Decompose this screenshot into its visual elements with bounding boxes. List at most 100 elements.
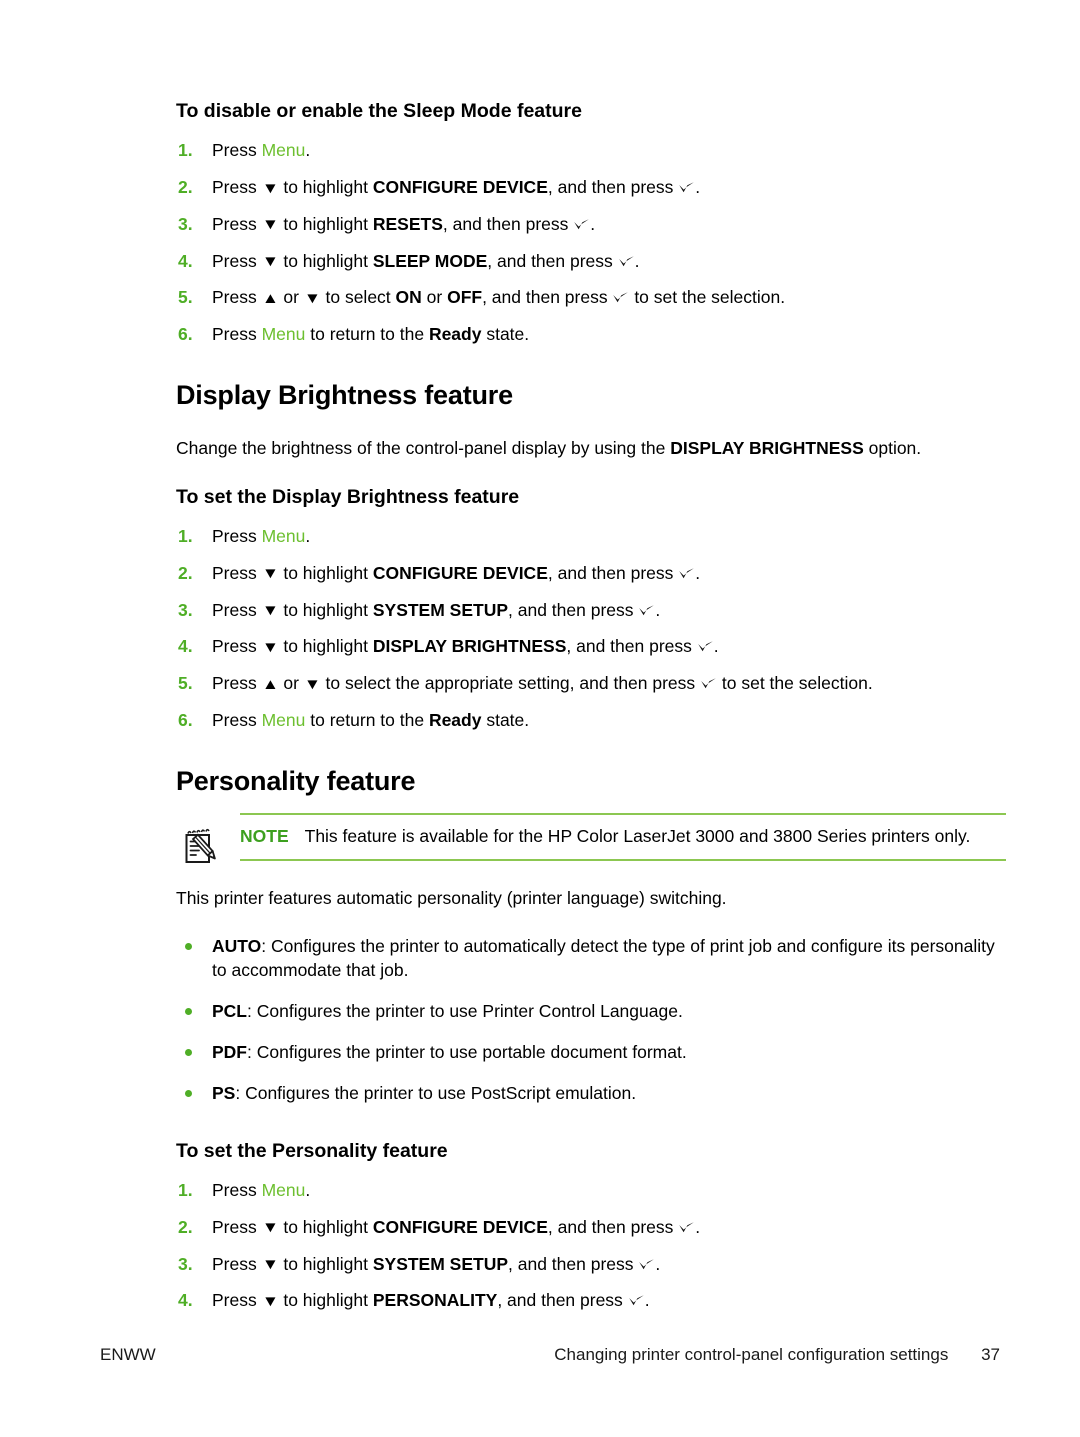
personality-subheading: To set the Personality feature [176,1139,448,1162]
list-item-text: PS: Configures the printer to use PostSc… [212,1083,637,1104]
control-panel-menu-name: AUTO [212,936,262,957]
list-item-text: PDF: Configures the printer to use porta… [212,1042,687,1063]
step-number: 6. [178,324,193,345]
control-panel-menu-name: PDF [212,1042,247,1063]
list-item-text: PCL: Configures the printer to use Print… [212,1000,683,1021]
control-panel-menu-name: DISPLAY BRIGHTNESS [670,437,864,458]
select-checkmark-icon [697,640,714,654]
control-panel-menu-name: PERSONALITY [372,1290,498,1311]
step-number: 2. [178,562,193,583]
step-number: 3. [178,1253,193,1274]
control-panel-menu-name: SLEEP MODE [372,250,488,271]
display-brightness-intro: Change the brightness of the control-pan… [176,437,922,458]
step-text: Press ▲ or ▼ to select the appropriate s… [212,673,873,694]
control-panel-menu-name: ON [395,287,422,308]
list-item-text: AUTO: Configures the printer to automati… [212,936,995,980]
bullet-dot-icon [185,943,192,951]
control-panel-menu-name: SYSTEM SETUP [372,1253,509,1274]
sleep-mode-subheading: To disable or enable the Sleep Mode feat… [176,100,582,122]
up-arrow-icon: ▲ [261,675,279,693]
footer-chapter-title: Changing printer control-panel configura… [554,1345,949,1364]
step-text: Press ▼ to highlight SYSTEM SETUP, and t… [212,1253,661,1274]
step-text: Press ▼ to highlight CONFIGURE DEVICE, a… [212,562,701,583]
note-pad-pencil-icon [180,825,224,869]
procedure-step: 1. Press Menu. [176,139,1002,162]
step-number: 4. [178,1290,193,1311]
step-text: Press Menu. [212,526,311,547]
step-text: Press ▼ to highlight RESETS, and then pr… [212,213,596,234]
display-brightness-subheading: To set the Display Brightness feature [176,485,520,508]
step-number: 1. [178,140,193,161]
select-checkmark-icon [638,1258,655,1272]
menu-button-token: Menu [261,709,306,730]
down-arrow-icon: ▼ [261,565,279,583]
procedure-step: 4. Press ▼ to highlight PERSONALITY, and … [176,1289,1002,1312]
procedure-step: 5. Press ▲ or ▼ to select ON or OFF, and … [176,286,1002,309]
footer-right-group: Changing printer control-panel configura… [554,1345,1000,1365]
list-item: PDF: Configures the printer to use porta… [176,1041,1002,1064]
down-arrow-icon: ▼ [261,1256,279,1274]
step-text: Press ▼ to highlight SYSTEM SETUP, and t… [212,599,661,620]
note-body: NOTE This feature is available for the H… [240,815,1002,859]
control-panel-menu-name: RESETS [372,213,443,234]
step-number: 3. [178,599,193,620]
menu-button-token: Menu [261,140,306,161]
step-number: 1. [178,1180,193,1201]
list-item: PCL: Configures the printer to use Print… [176,1000,1002,1023]
down-arrow-icon: ▼ [303,289,321,307]
step-number: 6. [178,709,193,730]
step-number: 4. [178,250,193,271]
control-panel-menu-name: PS [212,1083,236,1104]
document-page: To disable or enable the Sleep Mode feat… [0,0,1080,1437]
footer-locale-label: ENWW [100,1345,156,1364]
down-arrow-icon: ▼ [261,253,279,271]
down-arrow-icon: ▼ [261,1219,279,1237]
control-panel-menu-name: CONFIGURE DEVICE [372,562,548,583]
select-checkmark-icon [573,218,590,232]
procedure-step: 1. Press Menu. [176,1179,1002,1202]
personality-intro: This printer features automatic personal… [176,887,727,908]
note-text: This feature is available for the HP Col… [304,826,971,847]
procedure-step: 3. Press ▼ to highlight RESETS, and then … [176,213,1002,236]
select-checkmark-icon [678,181,695,195]
step-text: Press ▼ to highlight SLEEP MODE, and the… [212,250,640,271]
down-arrow-icon: ▼ [261,602,279,620]
select-checkmark-icon [678,1221,695,1235]
step-number: 3. [178,213,193,234]
list-item: PS: Configures the printer to use PostSc… [176,1082,1002,1105]
select-checkmark-icon [612,291,629,305]
procedure-step: 4. Press ▼ to highlight SLEEP MODE, and t… [176,250,1002,273]
procedure-step: 2. Press ▼ to highlight CONFIGURE DEVICE,… [176,562,1002,585]
up-arrow-icon: ▲ [261,289,279,307]
personality-bullets: AUTO: Configures the printer to automati… [176,935,1002,1105]
down-arrow-icon: ▼ [303,675,321,693]
select-checkmark-icon [700,677,717,691]
procedure-step: 4. Press ▼ to highlight DISPLAY BRIGHTNES… [176,635,1002,658]
step-number: 4. [178,636,193,657]
step-number: 2. [178,1216,193,1237]
step-number: 5. [178,673,193,694]
select-checkmark-icon [618,255,635,269]
display-brightness-steps: 1. Press Menu. 2. Press ▼ to highlight CONF… [176,525,1002,732]
page-content: To disable or enable the Sleep Mode feat… [176,100,1006,1312]
bullet-dot-icon [185,1049,192,1057]
control-panel-menu-name: PCL [212,1000,247,1021]
procedure-step: 3. Press ▼ to highlight SYSTEM SETUP, and… [176,1253,1002,1276]
procedure-step: 2. Press ▼ to highlight CONFIGURE DEVICE,… [176,176,1002,199]
step-text: Press ▼ to highlight PERSONALITY, and th… [212,1290,650,1311]
select-checkmark-icon [628,1294,645,1308]
procedure-step: 2. Press ▼ to highlight CONFIGURE DEVICE,… [176,1216,1002,1239]
control-panel-menu-name: CONFIGURE DEVICE [372,177,548,198]
sleep-mode-steps: 1. Press Menu. 2. Press ▼ to highlight CONF… [176,139,1002,346]
footer-page-number: 37 [981,1345,1000,1364]
control-panel-menu-name: Ready [428,709,482,730]
bullet-dot-icon [185,1007,192,1015]
menu-button-token: Menu [261,526,306,547]
procedure-step: 3. Press ▼ to highlight SYSTEM SETUP, and… [176,599,1002,622]
control-panel-menu-name: SYSTEM SETUP [372,599,509,620]
step-text: Press Menu to return to the Ready state. [212,709,530,730]
down-arrow-icon: ▼ [261,638,279,656]
personality-heading: Personality feature [176,765,416,796]
procedure-step: 5. Press ▲ or ▼ to select the appropriate… [176,672,1002,695]
step-number: 2. [178,177,193,198]
